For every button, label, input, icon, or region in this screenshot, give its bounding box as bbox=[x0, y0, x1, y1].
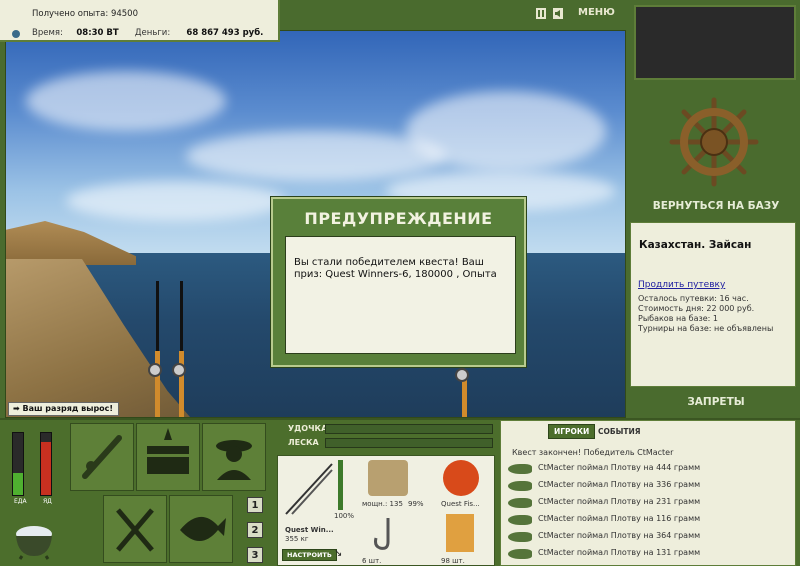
extend-pass-link[interactable]: Продлить путевку bbox=[638, 280, 725, 290]
events-header: Квест закончен! Победитель CtMacter bbox=[512, 448, 674, 457]
food-label: ЕДА bbox=[14, 498, 27, 505]
hook-count: 6 шт. bbox=[362, 557, 382, 565]
money-label: Деньги: bbox=[134, 28, 171, 38]
poison-bar bbox=[40, 432, 52, 496]
rod-icon bbox=[285, 463, 333, 515]
list-item: CtMacter поймал Плотву на 131 грамм bbox=[538, 548, 701, 557]
rod-tension-meter bbox=[325, 424, 493, 434]
rod-label: УДОЧКА bbox=[288, 424, 328, 433]
tournaments-status: Турниры на базе: не объявлены bbox=[638, 324, 774, 333]
reel-icon bbox=[172, 363, 186, 377]
base-name: Казахстан. Зайсан bbox=[639, 239, 752, 251]
fork-knife-icon bbox=[116, 508, 154, 552]
list-item: CtMacter поймал Плотву на 444 грамм bbox=[538, 463, 701, 472]
pass-remaining: Осталось путевки: 16 час. bbox=[638, 294, 749, 303]
rod-weight: 355 кг bbox=[285, 535, 309, 543]
day-cost: Стоимость дня: 22 000 руб. bbox=[638, 304, 755, 313]
rod-durability: 100% bbox=[334, 512, 355, 520]
tab-events[interactable]: СОБЫТИЯ bbox=[598, 427, 641, 436]
reel-power: мощн.: 135 bbox=[362, 500, 403, 508]
fish-icon bbox=[508, 481, 532, 491]
fish-tile[interactable] bbox=[169, 495, 233, 563]
pause-icon[interactable] bbox=[536, 8, 546, 19]
poison-label: ЯД bbox=[43, 498, 52, 505]
food-bar bbox=[12, 432, 24, 496]
menu-button[interactable]: МЕНЮ bbox=[578, 7, 615, 18]
food-tile[interactable] bbox=[103, 495, 167, 563]
bait-count: 98 шт. bbox=[441, 557, 465, 565]
fisherman-tile[interactable] bbox=[202, 423, 266, 491]
rod-icon bbox=[82, 435, 122, 479]
money-value: 68 867 493 руб. bbox=[186, 28, 264, 38]
tab-players[interactable]: ИГРОКИ bbox=[548, 424, 596, 439]
expand-arrow-icon[interactable]: ↘ bbox=[334, 548, 342, 559]
line-spool-icon[interactable] bbox=[443, 460, 479, 496]
cloud bbox=[26, 71, 226, 131]
list-item: CtMacter поймал Плотву на 336 грамм bbox=[538, 480, 701, 489]
bait-icon[interactable] bbox=[446, 514, 474, 552]
fish-icon bbox=[180, 516, 226, 541]
hook-icon[interactable] bbox=[370, 514, 400, 554]
setup-button[interactable]: НАСТРОИТЬ bbox=[282, 549, 337, 561]
slot-3[interactable]: 3 bbox=[247, 547, 263, 563]
ship-wheel-icon[interactable] bbox=[668, 96, 760, 188]
fish-icon bbox=[508, 549, 532, 559]
reel-icon bbox=[148, 363, 162, 377]
fish-icon bbox=[508, 498, 532, 508]
gear-panel[interactable]: 100% Quest Win... 355 кг НАСТРОИТЬ ↘ мощ… bbox=[277, 455, 495, 566]
fisherman-icon bbox=[216, 440, 252, 480]
bans-button[interactable]: ЗАПРЕТЫ bbox=[636, 396, 796, 408]
fish-icon bbox=[508, 532, 532, 542]
dialog-title: ПРЕДУПРЕЖДЕНИЕ bbox=[304, 209, 493, 228]
rod-name: Quest Win... bbox=[285, 526, 334, 534]
poison-bar-fill bbox=[41, 442, 51, 495]
experience-text: Получено опыта: 94500 bbox=[32, 9, 139, 19]
minimap[interactable] bbox=[634, 5, 796, 80]
rod-handle bbox=[155, 351, 160, 417]
reel-icon bbox=[455, 368, 469, 382]
fish-icon bbox=[508, 464, 532, 474]
time-money-row: Время: 08:30 ВТ Деньги: 68 867 493 руб. bbox=[32, 28, 263, 38]
slot-2[interactable]: 2 bbox=[247, 522, 263, 538]
return-to-base-button[interactable]: ВЕРНУТЬСЯ НА БАЗУ bbox=[636, 200, 796, 212]
time-value: 08:30 ВТ bbox=[76, 28, 119, 38]
rod-tile[interactable] bbox=[70, 423, 134, 491]
rod-handle bbox=[179, 351, 184, 417]
food-bar-fill bbox=[13, 473, 23, 495]
rod-handle bbox=[462, 376, 467, 417]
arrow-icon: ➡ bbox=[13, 404, 20, 413]
rank-up-badge[interactable]: ➡ Ваш разряд вырос! bbox=[8, 402, 120, 416]
reel-icon[interactable] bbox=[368, 460, 408, 496]
slot-1[interactable]: 1 bbox=[247, 497, 263, 513]
line-tension-meter bbox=[325, 438, 493, 448]
fish-icon bbox=[508, 515, 532, 525]
events-panel bbox=[500, 420, 796, 566]
line-label: ЛЕСКА bbox=[288, 438, 319, 447]
tackle-box-tile[interactable] bbox=[136, 423, 200, 491]
base-info-panel: Казахстан. Зайсан Продлить путевку Остал… bbox=[630, 222, 796, 387]
list-item: CtMacter поймал Плотву на 364 грамм bbox=[538, 531, 701, 540]
cloud bbox=[66, 181, 286, 221]
clock-icon bbox=[12, 30, 20, 38]
sound-icon[interactable] bbox=[553, 8, 563, 19]
cauldron-icon[interactable] bbox=[10, 512, 58, 560]
rod-durability-bar bbox=[338, 460, 343, 510]
time-label: Время: bbox=[32, 28, 63, 38]
list-item: CtMacter поймал Плотву на 116 грамм bbox=[538, 514, 701, 523]
reel-percent: 99% bbox=[408, 500, 424, 508]
list-item: CtMacter поймал Плотву на 231 грамм bbox=[538, 497, 701, 506]
fishers-count: Рыбаков на базе: 1 bbox=[638, 314, 718, 323]
line-name: Quest Fis... bbox=[441, 500, 480, 508]
player-info-panel: Получено опыта: 94500 Время: 08:30 ВТ Де… bbox=[0, 0, 280, 42]
cloud bbox=[406, 91, 606, 171]
dialog-message: Вы стали победителем квеста! Ваш приз: Q… bbox=[285, 236, 516, 354]
rank-up-text: Ваш разряд вырос! bbox=[22, 404, 114, 413]
warning-dialog[interactable]: ПРЕДУПРЕЖДЕНИЕ Вы стали победителем квес… bbox=[271, 197, 526, 367]
tackle-box-icon bbox=[147, 428, 189, 474]
